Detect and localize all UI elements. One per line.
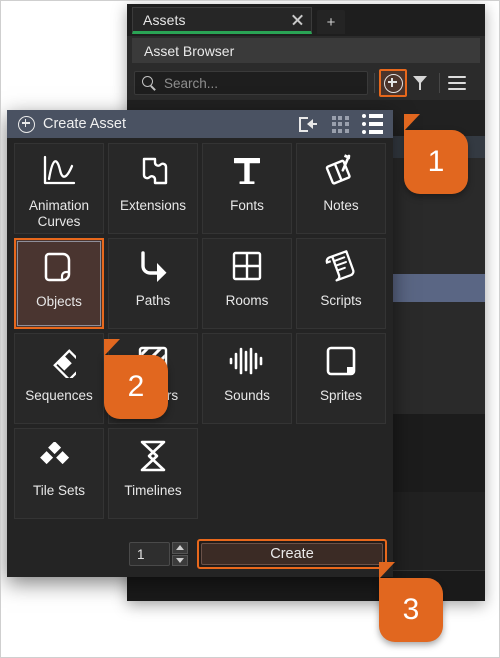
tile-sets-icon [15,429,103,483]
asset-type-label: Sprites [319,388,363,403]
asset-type-sprites[interactable]: Sprites [296,333,386,424]
asset-type-sounds[interactable]: Sounds [202,333,292,424]
callout-badge-3: 3 [379,562,443,642]
search-input[interactable]: Search... [134,71,368,95]
chevron-up-icon [176,545,184,551]
menu-button[interactable] [444,70,470,96]
asset-type-label: Notes [323,198,359,213]
search-placeholder: Search... [164,75,219,91]
dialog-footer: 1 Create [7,531,393,577]
add-tab-button[interactable]: + [317,10,345,34]
create-button-highlight: Create [197,539,387,569]
asset-type-timelines[interactable]: Timelines [108,428,198,519]
screenshot-root: Assets + Asset Browser Search... Create … [0,0,500,658]
asset-type-sequences[interactable]: Sequences [14,333,104,424]
asset-type-fonts[interactable]: Fonts [202,143,292,234]
hamburger-icon [448,76,466,90]
funnel-icon [412,75,428,91]
asset-type-label: Rooms [225,293,269,308]
search-toolbar: Search... [127,66,485,100]
plus-circle-icon [18,115,35,133]
callout-badge-2: 2 [104,339,168,419]
filter-button[interactable] [407,70,433,96]
asset-type-label: Sounds [224,388,270,403]
sequences-icon [15,334,103,388]
stepper-down-button[interactable] [172,554,188,566]
toolbar-divider-1 [374,73,375,93]
sounds-icon [203,334,291,388]
tab-assets[interactable]: Assets [132,7,312,34]
asset-type-label: Fonts [230,198,264,213]
create-asset-dialog: Create Asset Animation Curves Extensions… [7,110,393,577]
toolbar-divider-2 [439,73,440,93]
grid-empty-slot [202,428,292,519]
plus-circle-icon [383,73,403,93]
asset-type-label: Scripts [320,293,362,308]
asset-browser-header: Asset Browser [132,38,480,63]
asset-type-scripts[interactable]: Scripts [296,238,386,329]
asset-type-tile-sets[interactable]: Tile Sets [14,428,104,519]
scripts-icon [297,239,385,293]
tab-strip: Assets + [127,4,485,36]
rooms-icon [203,239,291,293]
asset-type-label: Paths [135,293,171,308]
asset-type-rooms[interactable]: Rooms [202,238,292,329]
asset-type-paths[interactable]: Paths [108,238,198,329]
tab-assets-label: Assets [143,11,186,28]
asset-type-grid: Animation Curves Extensions Fonts Notes [14,143,386,519]
callout-number: 3 [402,593,420,626]
callout-badge-1: 1 [404,114,468,194]
list-view-icon[interactable] [361,113,383,135]
asset-type-label: Extensions [119,198,187,213]
search-icon [140,74,158,92]
grid-empty-slot [296,428,386,519]
asset-type-label: Sequences [25,388,93,403]
notes-icon [297,144,385,198]
callout-tail [379,562,395,579]
asset-type-label: Animation Curves [28,198,90,229]
grid-view-icon[interactable] [331,115,349,133]
create-button[interactable]: Create [201,543,383,565]
asset-type-animation-curves[interactable]: Animation Curves [14,143,104,234]
asset-type-label: Objects [36,294,82,309]
dialog-title: Create Asset [43,116,127,132]
asset-type-notes[interactable]: Notes [296,143,386,234]
import-icon[interactable] [298,116,319,132]
objects-icon [16,240,102,294]
close-icon[interactable] [285,7,309,33]
asset-type-extensions[interactable]: Extensions [108,143,198,234]
quantity-input[interactable]: 1 [129,542,170,566]
timelines-icon [109,429,197,483]
callout-tail [404,114,420,131]
paths-icon [109,239,197,293]
extensions-icon [109,144,197,198]
asset-browser-title: Asset Browser [144,42,235,59]
fonts-icon [203,144,291,198]
asset-type-objects[interactable]: Objects [14,238,104,329]
create-asset-titlebar: Create Asset [7,110,393,138]
callout-number: 2 [127,370,145,403]
callout-number: 1 [427,145,445,178]
stepper-up-button[interactable] [172,542,188,554]
quantity-stepper[interactable] [172,542,188,566]
create-asset-toolbar-button[interactable] [379,69,407,97]
dialog-header-icons [298,113,383,135]
sprites-icon [297,334,385,388]
animation-curves-icon [15,144,103,198]
asset-type-label: Timelines [124,483,182,498]
callout-tail [104,339,120,356]
chevron-down-icon [176,557,184,563]
asset-type-label: Tile Sets [32,483,86,498]
